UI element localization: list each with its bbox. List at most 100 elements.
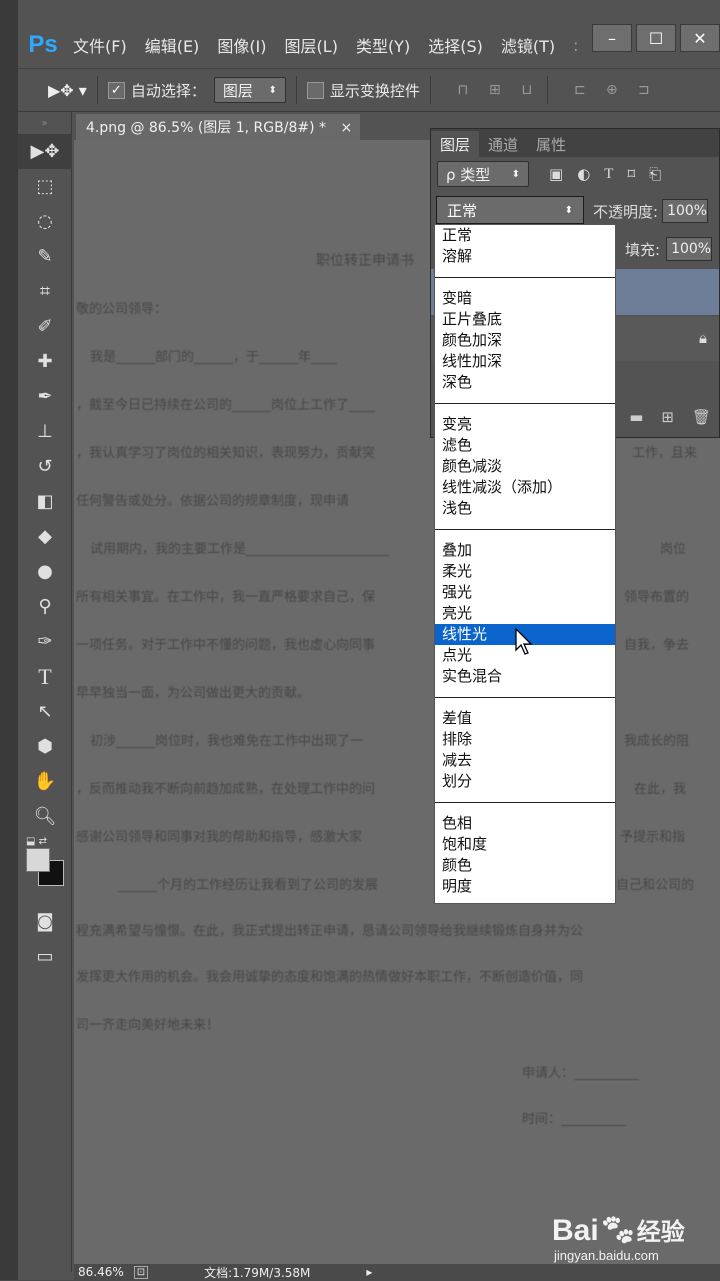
- options-bar: ▶✥ ▾ ✓ 自动选择： 图层 ⬍ 显示变换控件 ⊓ ⊞ ⊔ ⊏ ⊕ ⊐: [18, 68, 720, 112]
- blend-mode-option[interactable]: 颜色: [435, 855, 615, 876]
- close-button[interactable]: ✕: [680, 24, 720, 52]
- menu-edit[interactable]: 编辑(E): [136, 33, 209, 57]
- menu-type[interactable]: 类型(Y): [347, 33, 419, 57]
- blend-mode-option[interactable]: 正常: [435, 225, 615, 246]
- blend-mode-option[interactable]: 溶解: [435, 246, 615, 267]
- tab-layers[interactable]: 图层: [431, 131, 480, 157]
- blend-mode-option[interactable]: 叠加: [435, 540, 615, 561]
- blur-tool-icon[interactable]: ●: [18, 554, 72, 589]
- filter-adjust-icon[interactable]: ◐: [577, 165, 590, 183]
- show-transform-checkbox[interactable]: [306, 81, 324, 99]
- menu-overflow[interactable]: :: [564, 36, 587, 55]
- share-icon[interactable]: ⊡: [133, 1265, 149, 1279]
- align-left-icon[interactable]: ⊏: [570, 80, 590, 100]
- blend-mode-option[interactable]: 划分: [435, 771, 615, 792]
- move-tool-preset-icon[interactable]: ▶✥ ▾: [48, 81, 87, 100]
- path-select-icon[interactable]: ↖: [18, 694, 72, 729]
- screen-mode-icon[interactable]: ▭: [18, 939, 72, 974]
- move-tool-icon[interactable]: ▶✥: [18, 134, 72, 169]
- opacity-label: 不透明度:: [593, 202, 659, 221]
- new-layer-icon[interactable]: ⊞: [661, 408, 674, 426]
- baidu-watermark: Bai🐾︎经验: [552, 1212, 685, 1248]
- clone-stamp-icon[interactable]: ⊥: [18, 414, 72, 449]
- doc-info: 文档:1.79M/3.58M: [204, 1265, 311, 1280]
- blend-mode-option[interactable]: 浅色: [435, 498, 615, 519]
- status-menu-icon[interactable]: ▸: [366, 1265, 372, 1279]
- auto-select-checkbox[interactable]: ✓: [107, 81, 125, 99]
- blend-mode-select[interactable]: 正常 ⬍: [436, 196, 584, 224]
- maximize-button[interactable]: ☐: [636, 24, 676, 52]
- doc-fragment: 自我，争去: [624, 638, 690, 653]
- filter-shape-icon[interactable]: ⌑: [627, 165, 635, 183]
- blend-mode-option[interactable]: 明度: [435, 876, 615, 897]
- history-brush-icon[interactable]: ↺: [18, 449, 72, 484]
- blend-mode-option[interactable]: 线性减淡（添加）: [435, 477, 615, 498]
- menu-file[interactable]: 文件(F): [64, 33, 136, 57]
- panel-grip-icon[interactable]: »: [18, 112, 71, 134]
- healing-brush-icon[interactable]: ✚: [18, 344, 72, 379]
- tab-channels[interactable]: 通道: [479, 131, 527, 157]
- hand-tool-icon[interactable]: ✋: [18, 764, 72, 799]
- blend-mode-option[interactable]: 亮光: [435, 603, 615, 624]
- blend-mode-option[interactable]: 排除: [435, 729, 615, 750]
- pen-tool-icon[interactable]: ✑: [18, 624, 72, 659]
- filter-image-icon[interactable]: ▣: [549, 165, 563, 183]
- background-color[interactable]: [26, 848, 50, 872]
- dodge-tool-icon[interactable]: ⚲: [18, 589, 72, 624]
- zoom-level[interactable]: 86.46%: [78, 1265, 124, 1279]
- blend-mode-option[interactable]: 滤色: [435, 435, 615, 456]
- delete-layer-icon[interactable]: 🗑︎: [692, 408, 711, 426]
- tab-properties[interactable]: 属性: [527, 131, 575, 157]
- blend-mode-option[interactable]: 变亮: [435, 414, 615, 435]
- quick-mask-icon[interactable]: ◙: [18, 904, 72, 939]
- menu-image[interactable]: 图像(I): [208, 33, 275, 57]
- blend-mode-option[interactable]: 变暗: [435, 288, 615, 309]
- zoom-tool-icon[interactable]: 🔍︎: [18, 799, 72, 834]
- paint-bucket-icon[interactable]: ◆: [18, 519, 72, 554]
- quick-select-tool-icon[interactable]: ✎: [18, 239, 72, 274]
- eyedropper-tool-icon[interactable]: ✐: [18, 309, 72, 344]
- opacity-field[interactable]: 100%: [662, 199, 709, 223]
- marquee-tool-icon[interactable]: ⬚: [18, 169, 72, 204]
- align-hcenter-icon[interactable]: ⊕: [602, 80, 622, 100]
- eraser-tool-icon[interactable]: ◧: [18, 484, 72, 519]
- auto-select-dropdown[interactable]: 图层 ⬍: [213, 77, 286, 103]
- document-tab[interactable]: 4.png @ 86.5% (图层 1, RGB/8#) * ×: [76, 114, 360, 140]
- filter-type-icon[interactable]: T: [604, 166, 613, 183]
- filter-kind-select[interactable]: ρ 类型 ⬍: [437, 161, 529, 187]
- lasso-tool-icon[interactable]: ◌: [18, 204, 72, 239]
- fill-field[interactable]: 100%: [666, 237, 713, 261]
- align-bottom-icon[interactable]: ⊔: [517, 80, 537, 100]
- doc-line: 敬的公司领导：: [76, 302, 168, 317]
- blend-mode-option[interactable]: 减去: [435, 750, 615, 771]
- blend-mode-option[interactable]: 颜色加深: [435, 330, 615, 351]
- align-vcenter-icon[interactable]: ⊞: [485, 80, 505, 100]
- shape-tool-icon[interactable]: ⬢: [18, 729, 72, 764]
- blend-mode-option[interactable]: 实色混合: [435, 666, 615, 687]
- swap-colors-icon[interactable]: ⬓ ⇄: [26, 836, 47, 847]
- blend-mode-option[interactable]: 差值: [435, 708, 615, 729]
- blend-mode-option[interactable]: 颜色减淡: [435, 456, 615, 477]
- filter-smart-icon[interactable]: ⎗: [649, 165, 661, 183]
- dropdown-separator: [435, 277, 615, 278]
- blend-mode-option[interactable]: 饱和度: [435, 834, 615, 855]
- tab-close-icon[interactable]: ×: [340, 120, 352, 136]
- divider: [429, 76, 431, 104]
- blend-mode-option[interactable]: 深色: [435, 372, 615, 393]
- blend-mode-option[interactable]: 色相: [435, 813, 615, 834]
- divider: [546, 76, 548, 104]
- blend-mode-option[interactable]: 柔光: [435, 561, 615, 582]
- type-tool-icon[interactable]: T: [18, 659, 72, 694]
- menu-select[interactable]: 选择(S): [419, 33, 492, 57]
- menu-filter[interactable]: 滤镜(T): [492, 33, 564, 57]
- blend-mode-option[interactable]: 强光: [435, 582, 615, 603]
- crop-tool-icon[interactable]: ⌗: [18, 274, 72, 309]
- blend-mode-option[interactable]: 线性加深: [435, 351, 615, 372]
- new-group-icon[interactable]: ▬: [629, 408, 643, 426]
- align-top-icon[interactable]: ⊓: [453, 80, 473, 100]
- menu-layer[interactable]: 图层(L): [276, 33, 347, 57]
- brush-tool-icon[interactable]: ✒: [18, 379, 72, 414]
- align-right-icon[interactable]: ⊐: [634, 80, 654, 100]
- blend-mode-option[interactable]: 正片叠底: [435, 309, 615, 330]
- minimize-button[interactable]: –: [592, 24, 632, 52]
